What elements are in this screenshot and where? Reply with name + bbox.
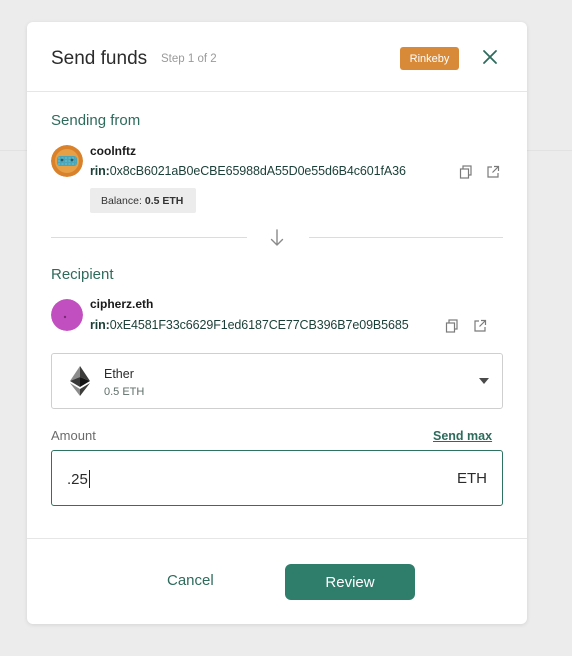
ethereum-icon xyxy=(70,366,90,396)
amount-input-value: .25 xyxy=(67,470,90,488)
sending-from-label: Sending from xyxy=(51,112,141,129)
asset-name: Ether xyxy=(104,367,134,381)
recipient-address: rin:0xE4581F33c6629F1ed6187CE77CB396B7e0… xyxy=(90,318,409,332)
step-indicator: Step 1 of 2 xyxy=(161,53,217,65)
recipient-name: cipherz.eth xyxy=(90,297,154,311)
review-button[interactable]: Review xyxy=(285,564,415,600)
copy-icon xyxy=(445,319,458,333)
sender-address: rin:0x8cB6021aB0eCBE65988dA55D0e55d6B4c6… xyxy=(90,164,406,178)
open-sender-explorer-button[interactable] xyxy=(486,165,500,179)
network-badge: Rinkeby xyxy=(400,47,459,70)
copy-icon xyxy=(459,165,472,179)
amount-unit: ETH xyxy=(457,470,487,487)
asset-balance: 0.5 ETH xyxy=(104,386,145,398)
asset-select[interactable]: Ether 0.5 ETH xyxy=(51,353,503,409)
amount-input[interactable]: .25 ETH xyxy=(51,450,503,506)
sender-address-prefix: rin: xyxy=(90,164,110,178)
chevron-down-icon xyxy=(479,378,489,384)
recipient-address-value: 0xE4581F33c6629F1ed6187CE77CB396B7e09B56… xyxy=(109,318,409,332)
modal-header: Send funds Step 1 of 2 Rinkeby xyxy=(27,22,527,92)
modal-title: Send funds xyxy=(51,48,148,69)
footer-divider xyxy=(27,538,527,539)
copy-sender-address-button[interactable] xyxy=(459,165,473,179)
section-divider-left xyxy=(51,237,247,238)
amount-label: Amount xyxy=(51,428,96,443)
external-link-icon xyxy=(487,165,500,178)
close-icon xyxy=(483,50,497,64)
sender-name: coolnftz xyxy=(90,144,136,158)
section-divider-right xyxy=(309,237,503,238)
balance-label: Balance: xyxy=(101,194,142,207)
balance-value: 0.5 ETH xyxy=(144,194,184,207)
cancel-button[interactable]: Cancel xyxy=(167,572,214,589)
sender-balance-chip: Balance: 0.5 ETH xyxy=(90,188,196,213)
text-cursor xyxy=(88,470,90,488)
send-funds-modal: Send funds Step 1 of 2 Rinkeby Sending f… xyxy=(27,22,527,624)
sender-avatar xyxy=(51,145,83,177)
sender-address-value: 0x8cB6021aB0eCBE65988dA55D0e55d6B4c601fA… xyxy=(109,164,406,178)
open-recipient-explorer-button[interactable] xyxy=(473,319,487,333)
external-link-icon xyxy=(474,319,487,332)
arrow-down-icon xyxy=(269,228,285,248)
copy-recipient-address-button[interactable] xyxy=(445,319,459,333)
recipient-address-prefix: rin: xyxy=(90,318,110,332)
recipient-avatar xyxy=(51,299,83,331)
amount-value-text: .25 xyxy=(67,471,88,488)
close-button[interactable] xyxy=(481,48,499,66)
send-max-link[interactable]: Send max xyxy=(433,429,492,443)
recipient-label: Recipient xyxy=(51,266,114,283)
